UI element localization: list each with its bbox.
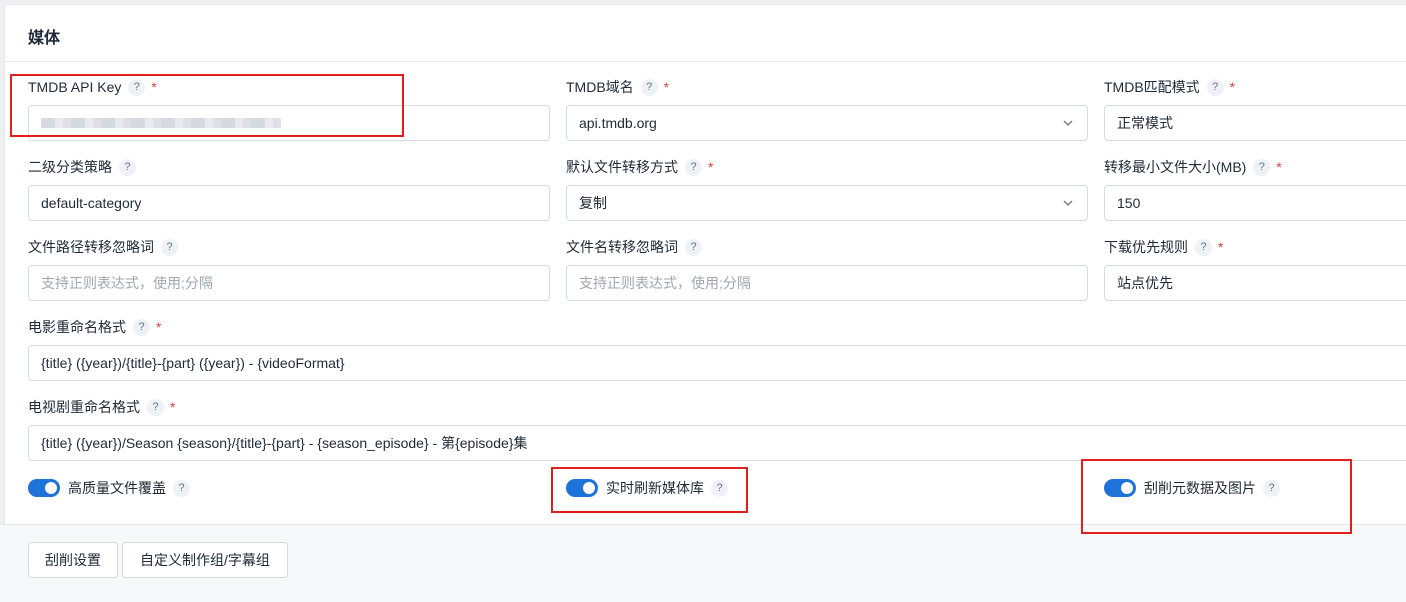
tmdb-domain-label: TMDB域名 ? *: [566, 78, 670, 96]
help-icon[interactable]: ?: [119, 158, 136, 176]
chevron-down-icon: [1063, 200, 1073, 206]
name-ignore-input[interactable]: 支持正则表达式，使用;分隔: [566, 265, 1088, 301]
help-icon[interactable]: ?: [161, 238, 178, 256]
tv-rename-label: 电视剧重命名格式 ? *: [28, 398, 176, 416]
annotation-box-scrape-metadata: [1081, 459, 1352, 534]
chevron-down-icon: [1063, 120, 1073, 126]
required-mark: *: [1229, 79, 1236, 95]
help-icon[interactable]: ?: [1206, 78, 1224, 96]
required-mark: *: [1218, 239, 1224, 255]
secondary-category-label: 二级分类策略 ?: [28, 157, 136, 177]
path-ignore-input[interactable]: 支持正则表达式，使用;分隔: [28, 265, 550, 301]
min-file-size-label: 转移最小文件大小(MB) ? *: [1104, 158, 1282, 176]
movie-rename-input[interactable]: {title} ({year})/{title}-{part} ({year})…: [28, 345, 1406, 381]
name-ignore-label: 文件名转移忽略词 ?: [566, 237, 702, 257]
help-icon[interactable]: ?: [685, 158, 702, 176]
card-header: 媒体: [5, 5, 1406, 62]
min-file-size-input[interactable]: 150: [1104, 185, 1406, 221]
help-icon[interactable]: ?: [1195, 238, 1212, 256]
tmdb-domain-select[interactable]: api.tmdb.org: [566, 105, 1088, 141]
default-transfer-select[interactable]: 复制: [566, 185, 1088, 221]
secondary-category-input[interactable]: default-category: [28, 185, 550, 221]
required-mark: *: [708, 159, 714, 175]
help-icon[interactable]: ?: [147, 398, 164, 416]
required-mark: *: [1276, 159, 1282, 175]
help-icon[interactable]: ?: [685, 238, 702, 256]
annotation-box-api-key: [10, 74, 404, 137]
hq-overwrite-switch-row: 高质量文件覆盖 ?: [28, 477, 190, 499]
required-mark: *: [156, 319, 162, 335]
required-mark: *: [170, 399, 176, 415]
tv-rename-input[interactable]: {title} ({year})/Season {season}/{title}…: [28, 425, 1406, 461]
default-transfer-label: 默认文件转移方式 ? *: [566, 158, 714, 176]
scrape-settings-button[interactable]: 刮削设置: [28, 542, 118, 578]
tmdb-match-mode-select[interactable]: 正常模式: [1104, 105, 1406, 141]
required-mark: *: [663, 79, 670, 95]
section-title: 媒体: [28, 30, 61, 47]
annotation-box-refresh-library: [551, 467, 748, 513]
help-icon[interactable]: ?: [640, 78, 658, 96]
download-priority-label: 下载优先规则 ? *: [1104, 238, 1224, 256]
help-icon[interactable]: ?: [173, 479, 190, 497]
tmdb-match-mode-label: TMDB匹配模式 ? *: [1104, 78, 1236, 96]
hq-overwrite-toggle[interactable]: [28, 479, 60, 497]
movie-rename-label: 电影重命名格式 ? *: [28, 318, 162, 336]
custom-groups-button[interactable]: 自定义制作组/字幕组: [122, 542, 288, 578]
help-icon[interactable]: ?: [133, 318, 150, 336]
path-ignore-label: 文件路径转移忽略词 ?: [28, 237, 178, 257]
download-priority-select[interactable]: 站点优先: [1104, 265, 1406, 301]
help-icon[interactable]: ?: [1253, 158, 1271, 176]
